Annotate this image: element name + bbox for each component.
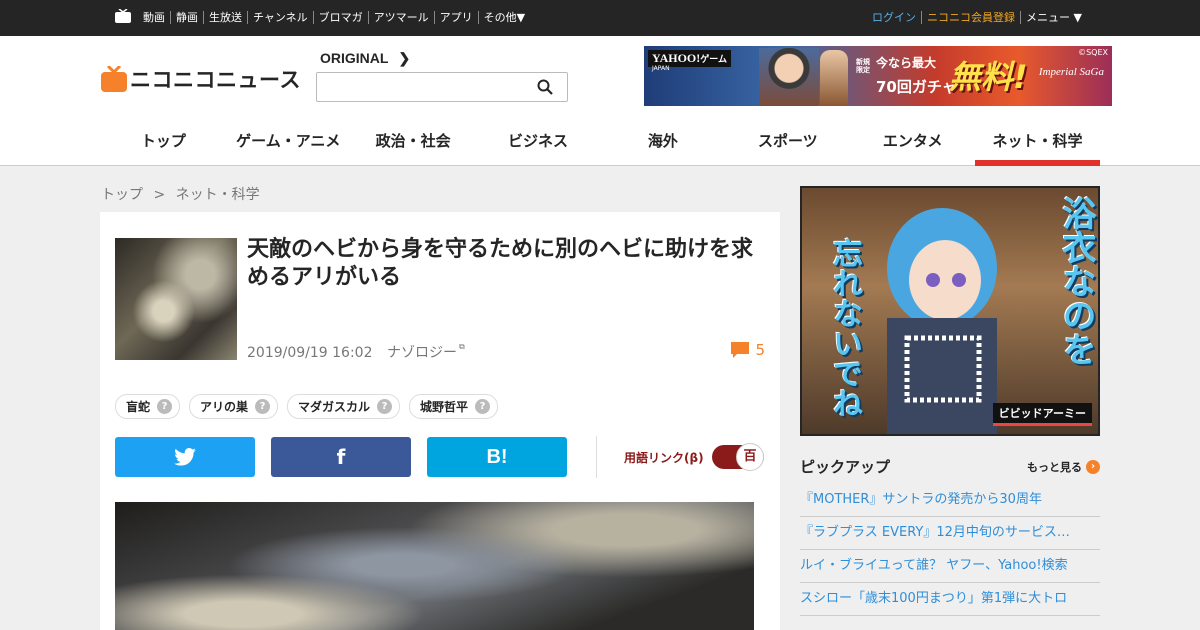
nav-app-link[interactable]: アプリ [433, 11, 478, 24]
article-thumbnail [115, 238, 237, 360]
category-tab-politics[interactable]: 政治・社会 [351, 130, 476, 166]
article-date: 2019/09/19 16:02 [247, 345, 373, 361]
category-tab-overseas[interactable]: 海外 [601, 130, 726, 166]
category-tab-entertainment[interactable]: エンタメ [850, 130, 975, 166]
article-main-image [115, 502, 754, 630]
external-link-icon: ⧉ [458, 342, 465, 351]
ad-character-illustration [887, 208, 997, 434]
pickup-item[interactable]: ルイ・ブライユって誰？ ヤフー、Yahoo!検索 [800, 550, 1100, 583]
article-title: 天敵のヘビから身を守るために別のヘビに助けを求めるアリがいる [247, 237, 754, 290]
tag-item[interactable]: マダガスカル? [287, 394, 401, 419]
account-nav: ログイン ニコニコ会員登録 メニュー ▼ [867, 11, 1087, 24]
site-header: ニコニコニュース ORIGINAL ❯ YAHOO!ゲーム JAPAN 新規限定 … [0, 36, 1200, 166]
tag-item[interactable]: アリの巣? [189, 394, 279, 419]
ad-promo-text: 今なら最大 [876, 56, 937, 70]
more-link[interactable]: もっと見る › [1027, 459, 1100, 475]
comment-count: 5 [755, 341, 765, 359]
twitter-share-button[interactable] [115, 437, 255, 477]
twitter-icon [174, 448, 196, 466]
help-icon[interactable]: ? [157, 399, 173, 414]
article-source-link[interactable]: ナゾロジー ⧉ [387, 342, 465, 361]
dictionary-icon: 百 [736, 443, 764, 471]
menu-dropdown[interactable]: メニュー ▼ [1020, 11, 1087, 24]
breadcrumb-current[interactable]: ネット・科学 [176, 187, 260, 203]
help-icon[interactable]: ? [475, 399, 491, 414]
facebook-icon: f [336, 445, 346, 469]
pickup-list: 『MOTHER』サントラの発売から30周年 『ラブプラス EVERY』12月中旬… [800, 484, 1100, 616]
sidebar-ad-banner[interactable]: 浴衣なのを 忘れないでね ビビッドアーミー [800, 186, 1100, 436]
search-box [316, 72, 568, 102]
tag-item[interactable]: 盲蛇? [115, 394, 181, 419]
pickup-item[interactable]: 『MOTHER』サントラの発売から30周年 [800, 484, 1100, 517]
niconico-tv-icon[interactable] [115, 9, 131, 23]
service-nav: 動画 静画 生放送 チャンネル ブロマガ アツマール アプリ その他▼ [138, 11, 530, 24]
nav-live-link[interactable]: 生放送 [203, 11, 247, 24]
category-tab-top[interactable]: トップ [101, 130, 226, 166]
top-navigation-bar: 動画 静画 生放送 チャンネル ブロマガ アツマール アプリ その他▼ ログイン… [0, 0, 1200, 36]
ad-limit-text: 新規限定 [856, 58, 870, 74]
category-tab-sports[interactable]: スポーツ [725, 130, 850, 166]
pickup-header: ピックアップ もっと見る › [800, 456, 1100, 477]
site-logo[interactable]: ニコニコニュース [101, 64, 301, 94]
glossary-link-label: 用語リンク(β) [624, 451, 704, 465]
pickup-item[interactable]: 『ラブプラス EVERY』12月中旬のサービス開始に向けて [800, 517, 1100, 550]
ad-character-image [820, 50, 848, 106]
breadcrumb-separator: > [153, 187, 166, 203]
help-icon[interactable]: ? [377, 399, 393, 414]
ad-promo-text: 70回ガチャ [876, 78, 957, 96]
hatena-bookmark-button[interactable]: B! [427, 437, 567, 477]
ad-brand-logo: ビビッドアーミー [992, 403, 1092, 426]
ad-headline: 浴衣なのを [1056, 196, 1096, 366]
share-buttons: f B! [115, 437, 583, 477]
chevron-right-icon: ❯ [398, 50, 411, 66]
register-link[interactable]: ニコニコ会員登録 [921, 11, 1020, 24]
comment-count-link[interactable]: 5 [731, 341, 765, 359]
article-meta: 2019/09/19 16:02 ナゾロジー ⧉ [247, 342, 465, 362]
pickup-item[interactable]: スシロー「歳末100円まつり」第1弾に大トロ [800, 583, 1100, 616]
ad-character-image [759, 48, 819, 106]
category-nav: トップ ゲーム・アニメ 政治・社会 ビジネス 海外 スポーツ エンタメ ネット・… [101, 130, 1100, 166]
search-input[interactable] [317, 73, 527, 101]
breadcrumb-home[interactable]: トップ [101, 187, 143, 203]
category-tab-net-science[interactable]: ネット・科学 [975, 130, 1100, 166]
divider [596, 436, 597, 478]
nav-seiga-link[interactable]: 静画 [170, 11, 203, 24]
original-label: ORIGINAL [320, 50, 389, 66]
pickup-title: ピックアップ [800, 458, 891, 476]
nav-channel-link[interactable]: チャンネル [247, 11, 313, 24]
logo-text: ニコニコニュース [130, 69, 301, 92]
search-icon[interactable] [537, 79, 553, 95]
original-link[interactable]: ORIGINAL ❯ [320, 50, 410, 67]
yahoo-japan-text: JAPAN [652, 65, 670, 72]
nav-video-link[interactable]: 動画 [138, 11, 170, 24]
tag-item[interactable]: 城野哲平? [409, 394, 499, 419]
ad-copyright: ©SQEX [1078, 48, 1108, 57]
tag-list: 盲蛇? アリの巣? マダガスカル? 城野哲平? [115, 394, 507, 419]
nav-blomaga-link[interactable]: ブロマガ [312, 11, 368, 24]
login-link[interactable]: ログイン [867, 11, 921, 24]
glossary-link-toggle[interactable]: 百 [712, 443, 764, 471]
facebook-share-button[interactable]: f [271, 437, 411, 477]
hatena-icon: B! [486, 445, 508, 468]
nav-other-menu[interactable]: その他▼ [477, 11, 530, 24]
nav-atsumaru-link[interactable]: アツマール [367, 11, 434, 24]
breadcrumb: トップ > ネット・科学 [101, 184, 266, 204]
niconico-tv-icon [101, 66, 127, 92]
comment-icon [731, 342, 750, 358]
ad-free-text: 無料! [949, 58, 1028, 96]
ad-game-title: Imperial SaGa [1038, 66, 1104, 78]
article-card: 天敵のヘビから身を守るために別のヘビに助けを求めるアリがいる 2019/09/1… [100, 212, 780, 630]
ad-headline: 忘れないでね [827, 238, 862, 418]
category-tab-business[interactable]: ビジネス [476, 130, 601, 166]
chevron-right-icon: › [1086, 459, 1100, 474]
category-tab-game-anime[interactable]: ゲーム・アニメ [226, 130, 351, 166]
help-icon[interactable]: ? [255, 399, 271, 414]
yahoo-game-ad-banner[interactable]: YAHOO!ゲーム JAPAN 新規限定 今なら最大 70回ガチャ 無料! Im… [644, 46, 1112, 106]
